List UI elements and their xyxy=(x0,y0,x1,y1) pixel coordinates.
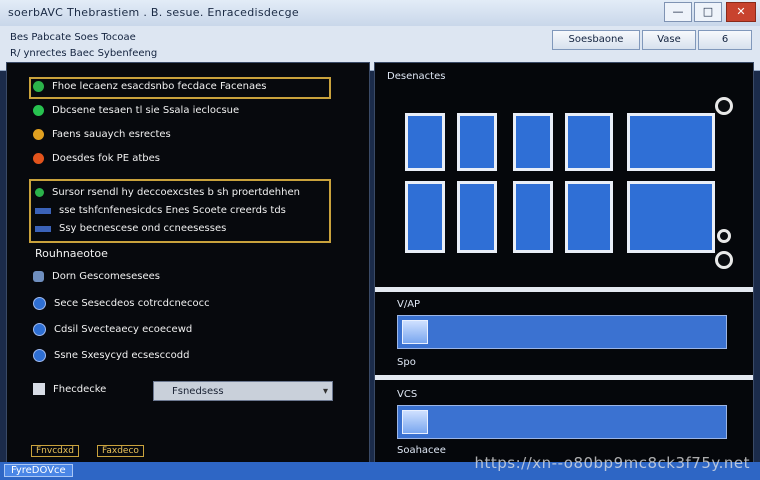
line-marker-icon xyxy=(35,225,51,232)
toolbar-line-2: R/ ynrectes Baec Sybenfeeng xyxy=(10,48,158,59)
footer-button-1[interactable]: Fnvcdxd xyxy=(31,445,79,457)
radio-label: Dorn Gescomesesees xyxy=(52,271,160,282)
radio-label: Sece Sesecdeos cotrcdcnecocc xyxy=(54,298,210,309)
left-pane: Fhoe lecaenz esacdsnbo fecdace Facenaes … xyxy=(6,62,370,464)
slider-handle[interactable] xyxy=(402,320,428,344)
close-button[interactable]: ✕ xyxy=(726,2,756,22)
grid-tile[interactable] xyxy=(627,181,715,253)
section2-slider[interactable] xyxy=(397,405,727,439)
line-marker-icon xyxy=(35,207,51,214)
detail-line: Ssy becnescese ond ccneesesses xyxy=(35,223,226,234)
toolbar-button-info[interactable]: 6 xyxy=(698,30,752,50)
minimize-button[interactable]: — xyxy=(664,2,692,22)
section-title: Rouhnaeotoe xyxy=(35,247,108,260)
grid-tile[interactable] xyxy=(405,113,445,171)
preview-label: Desenactes xyxy=(387,71,446,82)
section1-slider[interactable] xyxy=(397,315,727,349)
list-item-label: Fhoe lecaenz esacdsnbo fecdace Facenaes xyxy=(52,81,267,92)
status-dot-icon xyxy=(33,81,44,92)
shield-icon xyxy=(33,271,44,282)
window-title: soerbAVC Thebrastiem . B. sesue. Enraced… xyxy=(8,6,299,19)
resize-handle-top[interactable] xyxy=(715,97,733,115)
section-title-text: Rouhnaeotoe xyxy=(35,247,108,260)
warning-dot-icon xyxy=(33,129,44,140)
list-item[interactable]: Doesdes fok PE atbes xyxy=(33,153,160,164)
grid-tile[interactable] xyxy=(565,181,613,253)
status-button[interactable]: FyreDOVce xyxy=(4,464,73,477)
resize-handle-side[interactable] xyxy=(717,229,731,243)
error-dot-icon xyxy=(33,153,44,164)
resize-handle-bottom[interactable] xyxy=(715,251,733,269)
title-bar: soerbAVC Thebrastiem . B. sesue. Enraced… xyxy=(0,0,760,27)
grid-tile[interactable] xyxy=(513,181,553,253)
section2-caption: Soahacee xyxy=(397,445,446,456)
radio-option[interactable]: Sece Sesecdeos cotrcdcnecocc xyxy=(33,297,210,310)
radio-option[interactable]: Cdsil Svecteaecy ecoecewd xyxy=(33,323,192,336)
radio-button-icon[interactable] xyxy=(33,349,46,362)
grid-tile[interactable] xyxy=(627,113,715,171)
detail-line: Sursor rsendl hy deccoexcstes b sh proer… xyxy=(35,187,300,198)
section1-label: V/AP xyxy=(397,299,421,310)
toolbar-button-secondary[interactable]: Vase xyxy=(642,30,696,50)
toolbar-line-1: Bes Pabcate Soes Tocoae xyxy=(10,32,136,43)
list-item-label: Faens sauaych esrectes xyxy=(52,129,171,140)
flag-icon xyxy=(33,383,45,395)
detail-text: sse tshfcnfenesicdcs Enes Scoete creerds… xyxy=(59,205,286,216)
grid-tile[interactable] xyxy=(513,113,553,171)
footer-button-2[interactable]: Faxdeco xyxy=(97,445,144,457)
toolbar-button-primary[interactable]: Soesbaone xyxy=(552,30,640,50)
option-dropdown[interactable]: Fsnedsess ▾ xyxy=(153,381,333,401)
section-divider xyxy=(375,287,753,292)
field-row: Fhecdecke xyxy=(33,383,106,395)
list-item[interactable]: Fhoe lecaenz esacdsnbo fecdace Facenaes xyxy=(33,81,266,92)
list-item[interactable]: Dbcsene tesaen tl sie Ssala ieclocsue xyxy=(33,105,239,116)
watermark-text: https://xn--o80bp9mc8ck3f75y.net xyxy=(474,454,750,472)
grid-tile[interactable] xyxy=(457,181,497,253)
grid-tile[interactable] xyxy=(457,113,497,171)
right-pane: Desenactes V/AP Spo VCS Soahacee xyxy=(374,62,754,464)
status-dot-icon xyxy=(33,105,44,116)
grid-tile[interactable] xyxy=(565,113,613,171)
radio-label: Cdsil Svecteaecy ecoecewd xyxy=(54,324,193,335)
radio-button-icon[interactable] xyxy=(33,297,46,310)
radio-label: Ssne Sxesycyd ecsesccodd xyxy=(54,350,190,361)
field-label: Fhecdecke xyxy=(53,383,107,395)
section1-caption: Spo xyxy=(397,357,416,368)
slider-handle[interactable] xyxy=(402,410,428,434)
radio-option[interactable]: Ssne Sxesycyd ecsesccodd xyxy=(33,349,189,362)
chevron-down-icon: ▾ xyxy=(322,386,328,397)
detail-text: Ssy becnescese ond ccneesesses xyxy=(59,223,227,234)
detail-text: Sursor rsendl hy deccoexcstes b sh proer… xyxy=(52,187,300,198)
list-item-label: Doesdes fok PE atbes xyxy=(52,153,160,164)
radio-button-icon[interactable] xyxy=(33,323,46,336)
section-divider xyxy=(375,375,753,380)
grid-tile[interactable] xyxy=(405,181,445,253)
dropdown-value: Fsnedsess xyxy=(172,386,224,397)
list-item[interactable]: Faens sauaych esrectes xyxy=(33,129,171,140)
list-item-label: Dbcsene tesaen tl sie Ssala ieclocsue xyxy=(52,105,240,116)
maximize-button[interactable]: □ xyxy=(694,2,722,22)
section2-label: VCS xyxy=(397,389,418,400)
detail-line: sse tshfcnfenesicdcs Enes Scoete creerds… xyxy=(35,205,286,216)
radio-option[interactable]: Dorn Gescomesesees xyxy=(33,271,160,282)
info-dot-icon xyxy=(35,188,44,197)
